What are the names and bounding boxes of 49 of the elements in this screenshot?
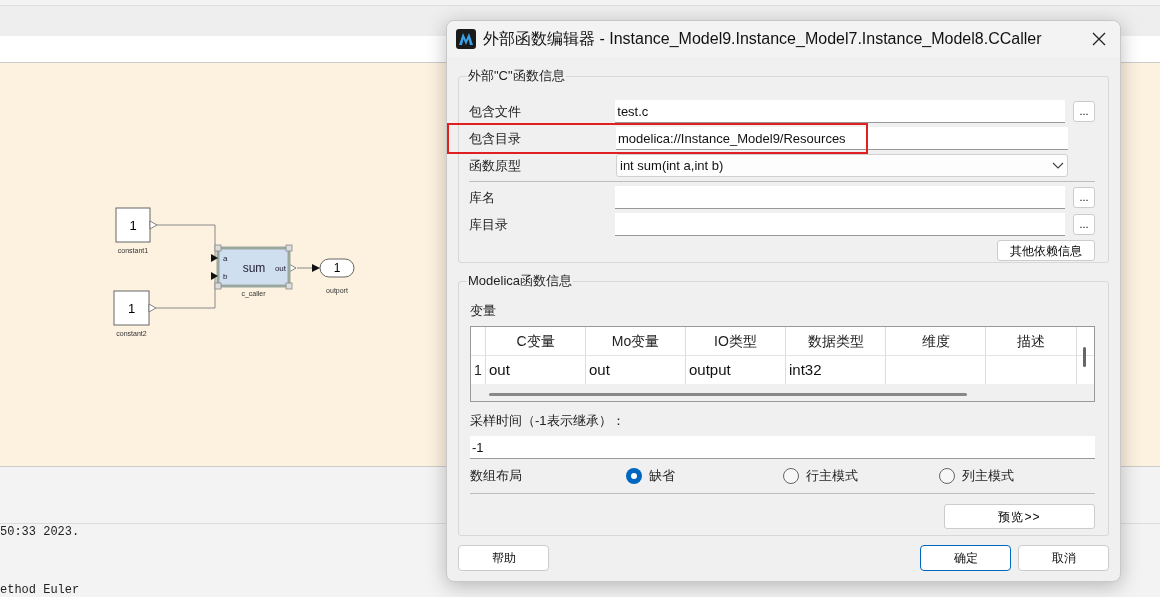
group-title: Modelica函数信息	[467, 273, 574, 289]
scrollbar[interactable]	[1083, 347, 1086, 367]
row-number: 1	[471, 356, 486, 384]
log-line: 50:33 2023.	[0, 525, 81, 539]
field-label: 包含文件	[469, 102, 522, 121]
help-button[interactable]: 帮助	[458, 545, 549, 571]
text-field[interactable]: modelica://Instance_Model9/Resources	[616, 127, 1068, 150]
connection-line	[296, 267, 313, 269]
text-field[interactable]: test.c	[615, 100, 1066, 123]
radio-option[interactable]: 缺省	[626, 466, 783, 486]
window-title: 外部函数编辑器 - Instance_Model9.Instance_Model7.Instance_Model8.CCaller	[483, 29, 1043, 49]
ok-button[interactable]: 确定	[920, 545, 1011, 571]
group-title: 外部"C"函数信息	[467, 68, 566, 84]
scrollbar[interactable]	[489, 393, 967, 396]
connection-line	[155, 276, 216, 309]
radio-option[interactable]: 列主模式	[938, 466, 1095, 486]
text-field[interactable]	[615, 186, 1066, 209]
browse-button[interactable]: ...	[1073, 101, 1095, 122]
table-cell: output	[686, 356, 786, 384]
chevron-down-icon	[1052, 161, 1064, 170]
browse-button[interactable]: ...	[1073, 187, 1095, 208]
field-label: 库目录	[469, 215, 509, 234]
outport-block[interactable]: 1	[319, 258, 355, 278]
table-cell: out	[586, 356, 686, 384]
constant-block[interactable]: 1	[113, 290, 150, 326]
sample-time-field[interactable]: -1	[470, 436, 1095, 459]
app-logo-icon	[456, 29, 476, 49]
connection-line	[156, 224, 216, 259]
field-label: 采样时间（-1表示继承）：	[470, 413, 626, 429]
output-port-icon	[149, 220, 158, 229]
table-cell: int32	[786, 356, 886, 384]
text-field[interactable]	[615, 213, 1066, 236]
field-label: 函数原型	[469, 156, 522, 175]
prototype-dropdown[interactable]: int sum(int a,int b)	[616, 154, 1068, 177]
function-block[interactable]: sum a b out	[214, 244, 293, 289]
output-port-icon	[148, 303, 157, 312]
more-info-button[interactable]: 其他依赖信息	[997, 240, 1095, 261]
radio-option[interactable]: 行主模式	[782, 466, 939, 486]
preview-button[interactable]: 预览>>	[944, 504, 1095, 529]
constant-block[interactable]: 1	[115, 207, 151, 243]
cancel-button[interactable]: 取消	[1018, 545, 1109, 571]
browse-button[interactable]: ...	[1073, 214, 1095, 235]
field-label: 数组布局	[470, 467, 523, 486]
close-icon[interactable]	[1092, 32, 1106, 46]
field-label: 库名	[469, 188, 496, 207]
field-label: 包含目录	[469, 129, 522, 148]
log-line: ethod Euler	[0, 583, 81, 597]
section-label: 变量	[470, 303, 497, 319]
table-cell: out	[486, 356, 586, 384]
